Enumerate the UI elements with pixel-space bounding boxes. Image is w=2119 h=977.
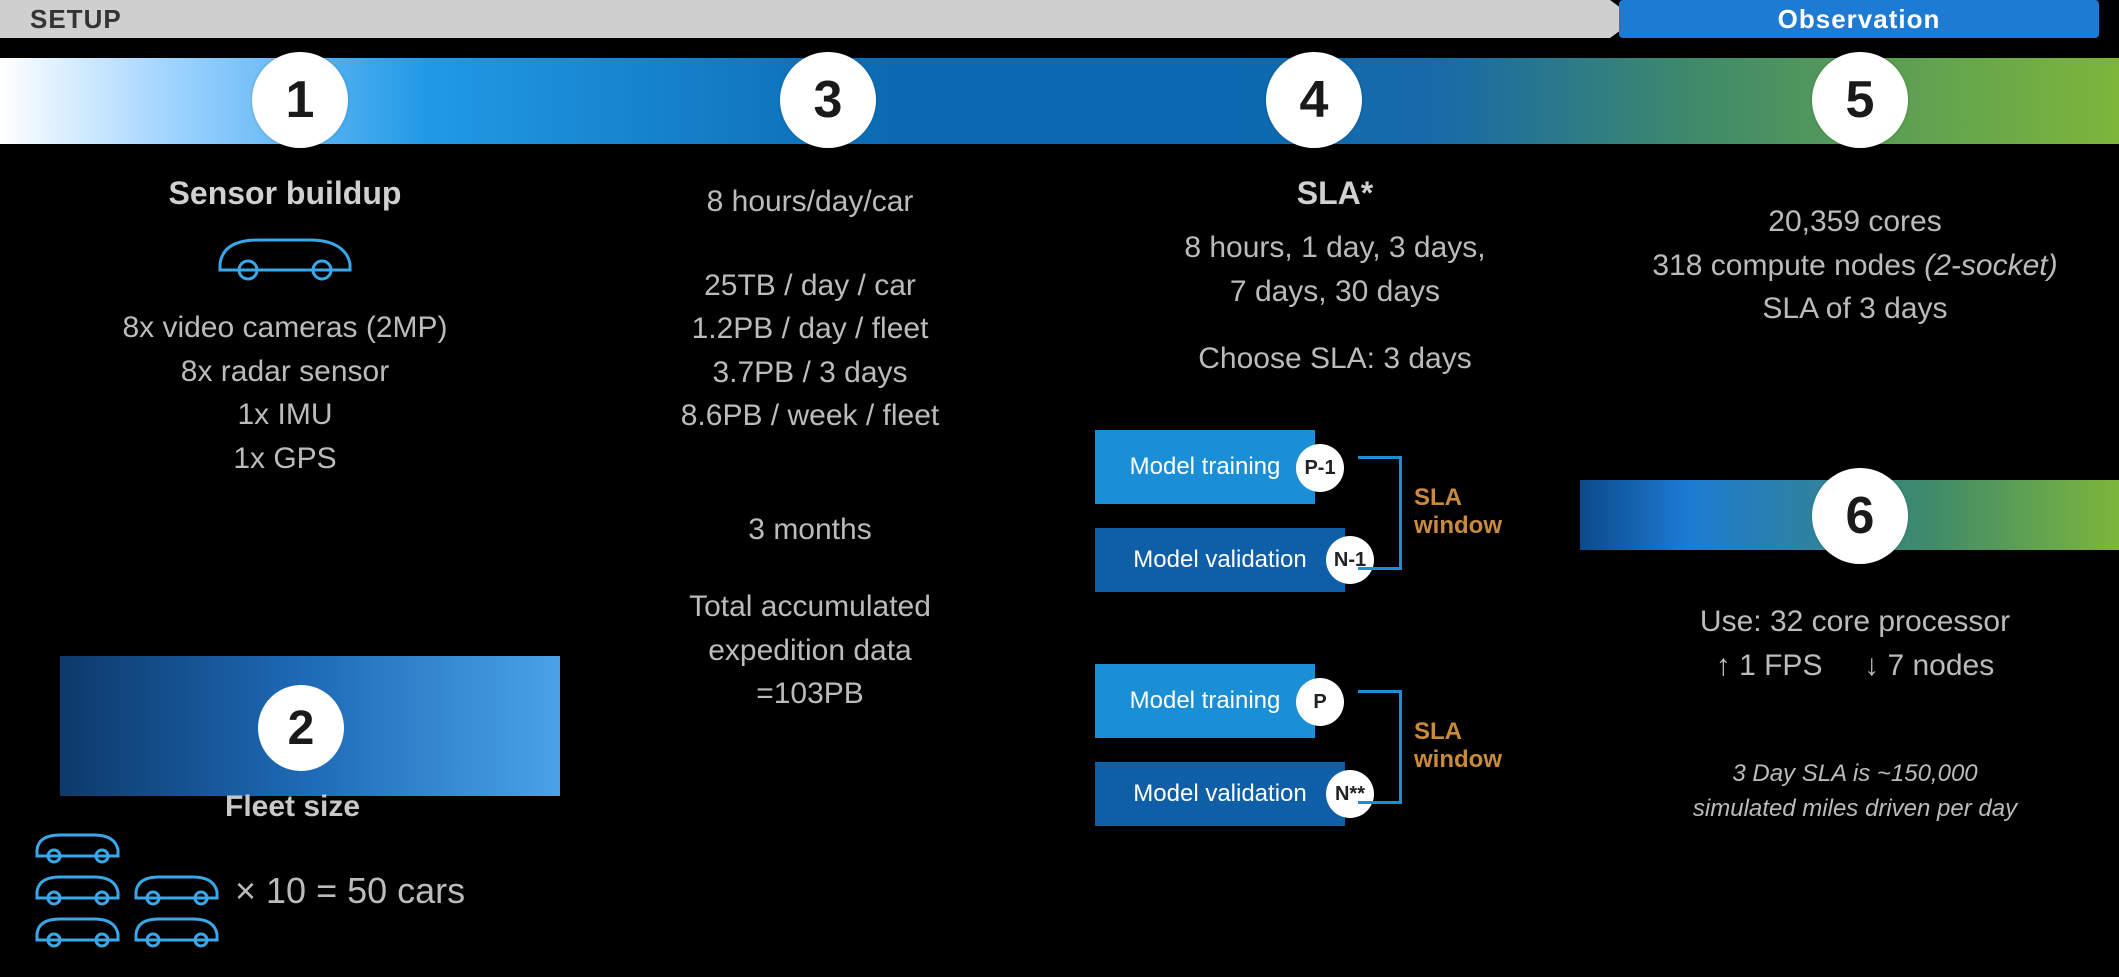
col3-t2: expedition data xyxy=(570,629,1050,673)
sla-window-label-1: SLAwindow xyxy=(1414,484,1502,539)
sla-opts-2: 7 days, 30 days xyxy=(1075,270,1595,314)
sensor-buildup-title: Sensor buildup xyxy=(45,170,525,216)
col3-hours: 8 hours/day/car xyxy=(570,180,1050,224)
col6-note-1: 3 Day SLA is ~150,000 xyxy=(1600,757,2110,792)
column-5: 20,359 cores 318 compute nodes (2-socket… xyxy=(1600,200,2110,331)
col3-d4: 8.6PB / week / fleet xyxy=(570,394,1050,438)
col5-sla: SLA of 3 days xyxy=(1600,287,2110,331)
col5-cores: 20,359 cores xyxy=(1600,200,2110,244)
model-validation-box-2: Model validation xyxy=(1095,762,1345,826)
down-arrow-nodes: ↓ 7 nodes xyxy=(1864,649,1994,682)
step-6-badge: 6 xyxy=(1812,468,1908,564)
sla-title: SLA* xyxy=(1075,170,1595,216)
col3-t1: Total accumulated xyxy=(570,585,1050,629)
tag-p: P xyxy=(1296,678,1344,726)
observation-label: Observation xyxy=(1619,0,2099,38)
model-training-box-1: Model training xyxy=(1095,430,1315,504)
setup-label: SETUP xyxy=(0,0,1610,38)
fleet-multiplier: × 10 = 50 cars xyxy=(235,870,465,912)
column-4: SLA* 8 hours, 1 day, 3 days, 7 days, 30 … xyxy=(1075,170,1595,381)
col5-nodes: 318 compute nodes (2-socket) xyxy=(1600,244,2110,288)
sensor-line-2: 8x radar sensor xyxy=(45,350,525,394)
col3-d1: 25TB / day / car xyxy=(570,264,1050,308)
col3-d3: 3.7PB / 3 days xyxy=(570,351,1050,395)
model-training-box-2: Model training xyxy=(1095,664,1315,738)
fleet-size-title: Fleet size xyxy=(225,790,360,824)
sla-bracket-1 xyxy=(1358,456,1402,570)
step-5-badge: 5 xyxy=(1812,52,1908,148)
step-2-badge: 2 xyxy=(258,685,344,771)
col3-t3: =103PB xyxy=(570,672,1050,716)
column-6: Use: 32 core processor ↑ 1 FPS ↓ 7 nodes… xyxy=(1600,600,2110,827)
fleet-car-icons xyxy=(32,830,232,965)
sensor-line-3: 1x IMU xyxy=(45,393,525,437)
column-3: 8 hours/day/car 25TB / day / car 1.2PB /… xyxy=(570,180,1050,716)
sla-window-label-2: SLAwindow xyxy=(1414,718,1502,773)
sensor-line-4: 1x GPS xyxy=(45,437,525,481)
sla-opts-1: 8 hours, 1 day, 3 days, xyxy=(1075,226,1595,270)
sla-bracket-2 xyxy=(1358,690,1402,804)
col6-note-2: simulated miles driven per day xyxy=(1600,792,2110,827)
col3-dur: 3 months xyxy=(570,508,1050,552)
step-3-badge: 3 xyxy=(780,52,876,148)
step-1-badge: 1 xyxy=(252,52,348,148)
tag-p-1: P-1 xyxy=(1296,444,1344,492)
header-bar: SETUP Observation xyxy=(0,0,2119,40)
column-1: Sensor buildup 8x video cameras (2MP) 8x… xyxy=(45,170,525,480)
up-arrow-fps: ↑ 1 FPS xyxy=(1716,649,1823,682)
car-icon xyxy=(210,226,360,282)
col6-deltas: ↑ 1 FPS ↓ 7 nodes xyxy=(1600,644,2110,688)
model-validation-box-1: Model validation xyxy=(1095,528,1345,592)
sla-choose: Choose SLA: 3 days xyxy=(1075,337,1595,381)
col3-d2: 1.2PB / day / fleet xyxy=(570,307,1050,351)
step-4-badge: 4 xyxy=(1266,52,1362,148)
col6-use: Use: 32 core processor xyxy=(1600,600,2110,644)
sensor-line-1: 8x video cameras (2MP) xyxy=(45,306,525,350)
